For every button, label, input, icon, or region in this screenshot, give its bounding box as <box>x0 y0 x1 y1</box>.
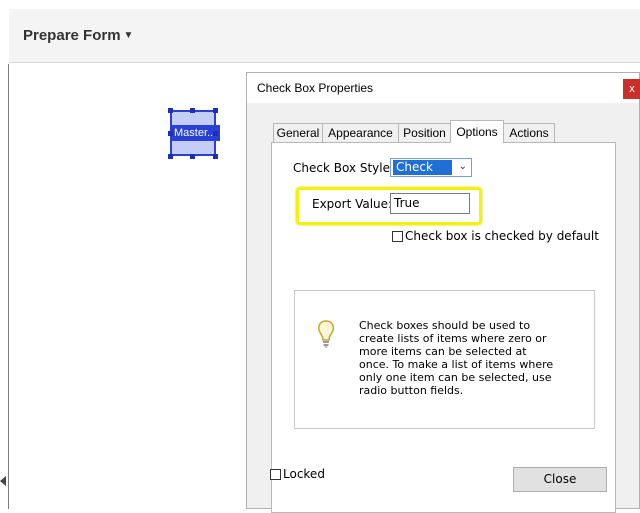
info-line: radio button fields. <box>359 384 464 397</box>
export-value-label: Export Value: <box>312 197 393 211</box>
tab-position[interactable]: Position <box>398 123 451 142</box>
tab-options[interactable]: Options <box>450 120 504 143</box>
locked-label: Locked <box>283 467 325 481</box>
check-box-style-label: Check Box Style: <box>293 161 395 175</box>
check-box-style-select[interactable]: Check ⌄ <box>390 158 472 177</box>
locked-checkbox[interactable] <box>270 469 281 480</box>
arrow-left-icon[interactable] <box>0 476 6 486</box>
checkbox-form-field[interactable]: Master.. <box>170 110 220 156</box>
info-line: once. To make a list of items where <box>359 358 554 371</box>
export-value-input[interactable]: True <box>390 193 470 214</box>
toolbar-title: Prepare Form <box>23 27 121 44</box>
prepare-form-menu[interactable]: Prepare Form ▼ <box>23 27 133 44</box>
info-line: create lists of items where zero or <box>359 332 547 345</box>
close-button[interactable]: Close <box>513 467 607 492</box>
resize-handle[interactable] <box>213 108 218 113</box>
tab-appearance[interactable]: Appearance <box>322 123 399 142</box>
caret-down-icon: ▼ <box>123 30 134 41</box>
resize-handle[interactable] <box>213 131 218 136</box>
tab-actions[interactable]: Actions <box>503 123 555 142</box>
info-line: Check boxes should be used to <box>359 319 531 332</box>
resize-handle[interactable] <box>213 154 218 159</box>
info-text: Check boxes should be used to create lis… <box>359 319 559 397</box>
info-line: only one item can be selected, use <box>359 371 552 384</box>
resize-handle[interactable] <box>168 154 173 159</box>
close-icon[interactable]: x <box>623 79 640 99</box>
dialog-title: Check Box Properties <box>257 81 374 95</box>
dialog-titlebar: Check Box Properties x <box>247 73 640 103</box>
resize-handle[interactable] <box>168 108 173 113</box>
checked-by-default-checkbox[interactable] <box>392 231 403 242</box>
resize-handle[interactable] <box>190 154 195 159</box>
resize-handle[interactable] <box>190 108 195 113</box>
check-box-style-value: Check <box>393 160 452 175</box>
resize-handle[interactable] <box>168 131 173 136</box>
checked-by-default-label: Check box is checked by default <box>405 229 599 243</box>
left-rail <box>0 64 8 509</box>
info-line: more items can be selected at <box>359 345 527 358</box>
lightbulb-icon <box>318 320 334 348</box>
chevron-down-icon: ⌄ <box>458 161 467 172</box>
tab-general[interactable]: General <box>273 123 323 142</box>
toolbar: Prepare Form ▼ <box>9 9 640 63</box>
cropped-top-text <box>0 0 640 8</box>
